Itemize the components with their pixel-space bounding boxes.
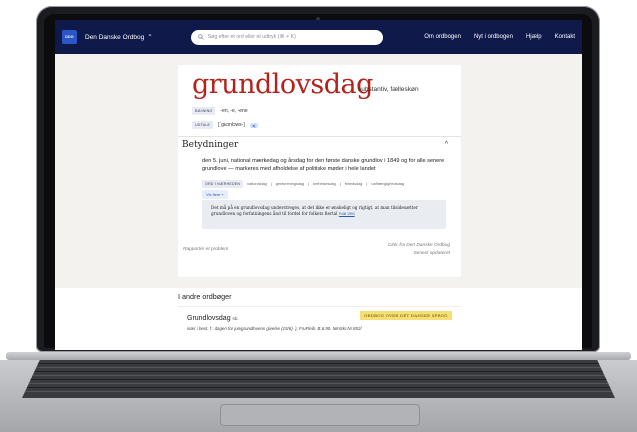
collapse-chevron-icon[interactable]: ^ [445, 141, 448, 148]
key-row [22, 363, 615, 368]
top-nav: DDO Den Danske Ordbog ⌃ Søg efter et ord… [55, 20, 582, 54]
other-dictionary-entry[interactable]: Grundlovsdag sb. især i best. f.: dagen … [178, 306, 461, 346]
nav-link-om[interactable]: Om ordbogen [424, 34, 461, 40]
meanings-title: Betydninger [182, 140, 239, 150]
key-row [22, 371, 615, 376]
entry-card: grundlovsdag substantiv, fælleskøn BØJNI… [178, 65, 461, 277]
speaker-icon[interactable]: ◂) [249, 122, 258, 128]
keyboard [22, 360, 615, 398]
trackpad [220, 404, 420, 426]
ods-badge: ORDBOG OVER DET DANSKE SPROG [360, 311, 452, 320]
definition-text: den 5. juni, national mærkedag og årsdag… [202, 158, 445, 173]
inflection-label: BØJNING [192, 107, 216, 115]
related-word[interactable]: befrielsesdag [313, 182, 336, 186]
brand-menu[interactable]: Den Danske Ordbog ⌃ [85, 33, 153, 42]
other-definition: især i best. f.: dagen for junigrundlove… [187, 326, 362, 331]
search-icon [197, 34, 204, 40]
other-pos: sb. [232, 316, 239, 321]
nav-link-kontakt[interactable]: Kontakt [555, 34, 575, 40]
show-more-button[interactable]: Vis flere + [202, 190, 228, 199]
related-words: ORD I NÆRHEDEN nationaldag | genforenings… [202, 180, 404, 188]
other-dictionaries-title: I andre ordbøger [178, 292, 232, 301]
related-word[interactable]: frihedsdag [345, 182, 363, 186]
updated-text: Senest opdateret [413, 251, 450, 256]
other-headword: Grundlovsdag sb. [187, 315, 239, 322]
inflection-value: -en, -e, -ene [220, 108, 248, 114]
site-logo[interactable]: DDO [62, 30, 77, 44]
key-row [22, 387, 615, 392]
cite-link[interactable]: Citér fra Den Danske Ordbog [388, 243, 450, 248]
pronunciation-label: UDTALE [192, 121, 214, 129]
chevron-updown-icon: ⌃ [147, 34, 153, 41]
laptop-frame: DDO Den Danske Ordbog ⌃ Søg efter et ord… [0, 0, 637, 432]
nav-links: Om ordbogen Nyt i ordbogen Hjælp Kontakt [424, 34, 575, 40]
related-word[interactable]: nationaldag [247, 182, 267, 186]
laptop-hinge [6, 352, 631, 360]
key-row [22, 379, 615, 384]
nav-link-nyt[interactable]: Nyt i ordbogen [474, 34, 513, 40]
related-word[interactable]: uafhængighedsdag [371, 182, 404, 186]
part-of-speech: substantiv, fælleskøn [358, 86, 419, 93]
headword: grundlovsdag [192, 69, 373, 100]
browser-screen: DDO Den Danske Ordbog ⌃ Søg efter et ord… [55, 20, 582, 350]
cite-block: Citér fra Den Danske Ordbog Senest opdat… [388, 242, 450, 258]
brand-label: Den Danske Ordbog [85, 33, 145, 41]
nav-link-hjaelp[interactable]: Hjælp [526, 34, 542, 40]
pronunciation-row: UDTALE [ˈgʁɔnlɔws-] ◂) [192, 121, 258, 129]
report-problem-link[interactable]: Rapportér et problem [183, 247, 228, 252]
divider [178, 136, 461, 137]
example-quote: Det må på en grundlovsdag understreges, … [202, 200, 446, 229]
related-word[interactable]: genforeningsdag [276, 182, 304, 186]
search-placeholder: Søg efter et ord eller et udtryk (⌘ + K) [207, 34, 296, 40]
inflection-row: BØJNING -en, -e, -ene [192, 107, 248, 115]
pronunciation-value: [ˈgʁɔnlɔws-] [218, 122, 245, 128]
search-input[interactable]: Søg efter et ord eller et udtryk (⌘ + K) [190, 29, 383, 45]
related-label: ORD I NÆRHEDEN [202, 180, 244, 188]
example-source-link[interactable]: Politi 1993 [339, 212, 355, 216]
example-text: Det må på en grundlovsdag understreges, … [211, 205, 418, 217]
